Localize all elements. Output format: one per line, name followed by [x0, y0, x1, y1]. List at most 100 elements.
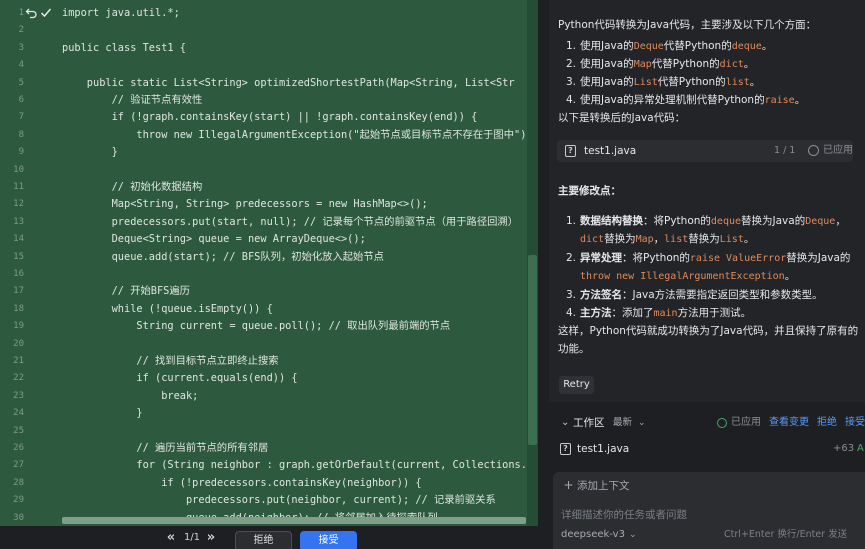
next-change-button[interactable]: »: [204, 530, 218, 546]
line-number-row: 24: [0, 405, 56, 422]
view-changes-link[interactable]: 查看变更: [769, 415, 809, 431]
code-line: }: [62, 407, 143, 420]
horizontal-scroll-thumb[interactable]: [62, 517, 526, 524]
python-keyword: list: [664, 234, 689, 245]
chevron-down-icon[interactable]: ⌄: [629, 527, 637, 543]
workspace-accept-link[interactable]: 接受: [845, 415, 865, 431]
point-pre: 使用Java的: [580, 40, 634, 52]
line-number: 25: [13, 425, 24, 436]
change-fragment: ：将Python的: [622, 252, 690, 264]
add-context-button[interactable]: 添加上下文: [577, 478, 630, 494]
code-editor: 1 2 3 4 5 6 7 8 9 10 11 12 13 14 15 16 17 18 19 20 21 22 23 24 2…: [0, 0, 538, 549]
accept-diff-button[interactable]: 接受: [300, 531, 357, 549]
reject-diff-button[interactable]: 拒绝: [235, 531, 292, 549]
panel-divider[interactable]: [538, 0, 549, 549]
previous-change-button[interactable]: «: [164, 530, 178, 546]
point-mid: 代替Python的: [651, 58, 720, 70]
line-number: 13: [13, 216, 24, 227]
line-number: 2: [18, 25, 24, 36]
line-number-row: 9: [0, 144, 56, 161]
change-fragment: ：将Python的: [643, 215, 711, 227]
line-number-row: 6: [0, 92, 56, 109]
code-line: if (!graph.containsKey(start) || !graph.…: [62, 111, 478, 124]
code-line: queue.add(start); // BFS队列，初始化放入起始节点: [62, 250, 384, 263]
chevron-down-icon[interactable]: ⌄: [561, 417, 569, 429]
line-number-row: 3: [0, 40, 56, 57]
code-line: // 验证节点有效性: [62, 94, 203, 106]
change-fragment: ，: [835, 215, 846, 227]
java-keyword: Map: [635, 234, 654, 245]
change-text-continued: throw new IllegalArgumentException。: [580, 268, 795, 285]
check-icon[interactable]: [40, 6, 52, 19]
code-line: predecessors.put(start, null); // 记录每个节点…: [62, 215, 519, 228]
point-text: 使用Java的Deque代替Python的deque。: [580, 38, 772, 55]
change-fragment: 方法用于测试。: [677, 307, 752, 319]
app-window: 1 2 3 4 5 6 7 8 9 10 11 12 13 14 15 16 17 18 19 20 21 22 23 24 2…: [0, 0, 865, 549]
change-text: 主方法：添加了main方法用于测试。: [580, 305, 751, 322]
workspace-file-row[interactable]: ? test1.java +63 A: [549, 438, 865, 460]
change-text: 异常处理：将Python的raise ValueError替换为Java的: [580, 250, 850, 267]
java-keyword: throw new IllegalArgumentException: [580, 271, 785, 282]
point-text: 使用Java的异常处理机制代替Python的raise。: [580, 92, 805, 109]
answer-intro: Python代码转换为Java代码，主要涉及以下几个方面：: [558, 19, 817, 31]
line-number-row: 16: [0, 266, 56, 283]
point-number: 3.: [566, 76, 577, 88]
workspace-file-name[interactable]: test1.java: [577, 441, 629, 457]
line-number: 8: [18, 129, 24, 140]
file-icon: ?: [565, 145, 576, 157]
workspace-version-select[interactable]: 最新: [613, 415, 632, 431]
chat-composer: + 添加上下文 deepseek-v3 ⌄ Ctrl+Enter 换行/Ente…: [553, 472, 865, 549]
chat-input[interactable]: [561, 506, 857, 524]
code-line: public static List<String> optimizedShor…: [62, 76, 515, 89]
line-number-row: 2: [0, 22, 56, 39]
line-number-row: 29: [0, 492, 56, 509]
workspace-reject-link[interactable]: 拒绝: [817, 415, 837, 431]
line-number: 24: [13, 408, 24, 419]
chevron-down-icon[interactable]: ⌄: [638, 415, 646, 431]
vertical-scroll-thumb[interactable]: [528, 255, 537, 445]
point-number: 4.: [566, 94, 577, 106]
plus-icon[interactable]: +: [563, 479, 574, 491]
diff-code-area[interactable]: 1 2 3 4 5 6 7 8 9 10 11 12 13 14 15 16 17 18 19 20 21 22 23 24 2…: [0, 0, 538, 526]
code-file-card[interactable]: ? test1.java 1 / 1 已应用: [557, 140, 853, 162]
java-keyword: Map: [633, 59, 652, 70]
change-fragment: ：Java方法需要指定返回类型和参数类型。: [622, 289, 823, 301]
file-card-name[interactable]: test1.java: [584, 143, 636, 159]
line-number: 29: [13, 495, 24, 506]
code-line: String current = queue.poll(); // 取出队列最前…: [62, 320, 451, 333]
undo-icon[interactable]: [25, 6, 38, 19]
answer-followup: 以下是转换后的Java代码：: [558, 112, 686, 124]
code-line: // 遍历当前节点的所有邻居: [62, 442, 269, 454]
change-number: 1.: [566, 215, 577, 227]
workspace-title[interactable]: 工作区: [573, 415, 605, 431]
model-select[interactable]: deepseek-v3: [561, 527, 625, 543]
line-number-row: 7: [0, 109, 56, 126]
code-line: predecessors.put(neighbor, current); // …: [62, 494, 496, 507]
applied-check-icon: [808, 145, 819, 156]
added-lines-count: +63: [833, 443, 855, 454]
file-added-flag: A: [857, 443, 864, 454]
code-lines: import java.util.*; public class Test1 { …: [62, 0, 538, 526]
python-keyword: deque: [710, 216, 742, 227]
line-number-row: 8: [0, 127, 56, 144]
python-keyword: dict: [719, 59, 744, 70]
change-fragment: ，: [653, 233, 665, 245]
line-number-row: 20: [0, 336, 56, 353]
line-number-row: 27: [0, 457, 56, 474]
line-number: 1: [18, 8, 24, 18]
line-number-row: 1: [0, 5, 56, 22]
line-number: 5: [18, 77, 24, 88]
point-mid: 代替Python的: [657, 76, 726, 88]
point-pre: 使用Java的: [580, 58, 634, 70]
retry-button[interactable]: Retry: [559, 376, 594, 394]
code-line: if (current.equals(end)) {: [62, 372, 298, 385]
diff-toolbar: « 1/1 » 拒绝 接受: [0, 526, 538, 549]
java-keyword: List: [633, 77, 658, 88]
line-number-row: 18: [0, 301, 56, 318]
line-number-row: 17: [0, 283, 56, 300]
line-number-row: 11: [0, 179, 56, 196]
line-number-row: 25: [0, 423, 56, 440]
point-post: 。: [794, 94, 806, 106]
answer-conclusion-continued: 功能。: [558, 343, 590, 355]
change-fragment: 替换为Java的: [786, 252, 851, 264]
